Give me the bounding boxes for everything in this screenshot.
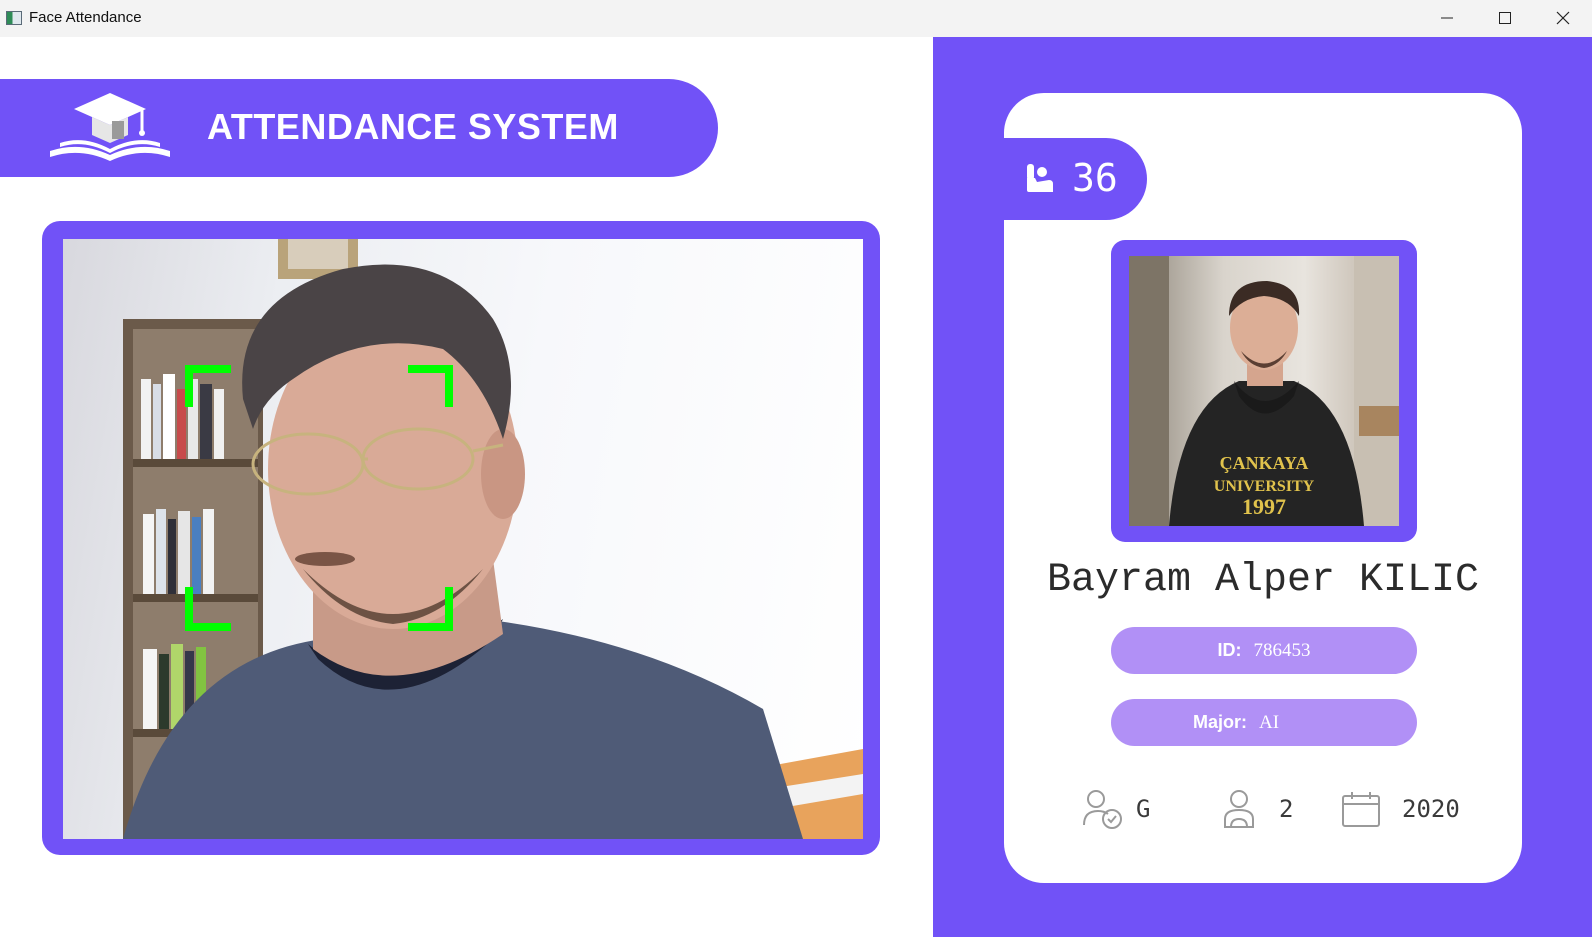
- year-stat: 2: [1223, 787, 1293, 831]
- student-major-value: AI: [1258, 711, 1280, 733]
- webcam-feed: [63, 239, 863, 839]
- standing-stat: G: [1082, 787, 1150, 831]
- student-major-pill: Major: AI: [1111, 699, 1417, 746]
- graduation-cap-book-icon: [50, 93, 170, 161]
- window-title: Face Attendance: [29, 9, 142, 26]
- webcam-frame: [42, 221, 880, 855]
- app-icon: [6, 11, 22, 25]
- student-id-label: ID:: [1217, 640, 1242, 660]
- minimize-icon: [1441, 17, 1453, 19]
- year-value: 2: [1279, 795, 1294, 823]
- header-banner: ATTENDANCE SYSTEM: [0, 79, 718, 177]
- attendance-count-badge: 36: [1004, 138, 1147, 220]
- student-photo: ÇANKAYA UNIVERSITY 1997: [1129, 256, 1399, 526]
- total-attendance-value: 36: [1072, 156, 1118, 200]
- svg-text:1997: 1997: [1242, 494, 1286, 519]
- student-portrait: ÇANKAYA UNIVERSITY 1997: [1129, 256, 1399, 526]
- student-major-label: Major:: [1192, 712, 1247, 732]
- webcam-image: [123, 239, 863, 839]
- starting-year-stat: 2020: [1342, 787, 1460, 831]
- app-title: ATTENDANCE SYSTEM: [207, 106, 619, 147]
- student-info-panel: 36 ÇANKAYA UNIVERSITY 1997 Bayram Alper …: [933, 37, 1592, 937]
- student-id-pill: ID: 786453: [1111, 627, 1417, 674]
- svg-text:UNIVERSITY: UNIVERSITY: [1214, 478, 1315, 495]
- close-icon: [1556, 11, 1570, 25]
- user-icon: [1224, 790, 1254, 828]
- window-titlebar: Face Attendance: [0, 0, 1592, 37]
- maximize-button[interactable]: [1476, 0, 1534, 36]
- maximize-icon: [1499, 12, 1511, 24]
- hand-raise-icon: [1027, 164, 1053, 192]
- student-id-value: 786453: [1253, 639, 1311, 661]
- student-card: 36 ÇANKAYA UNIVERSITY 1997 Bayram Alper …: [1004, 93, 1522, 883]
- close-button[interactable]: [1534, 0, 1592, 36]
- minimize-button[interactable]: [1418, 0, 1476, 36]
- user-check-icon: [1083, 790, 1122, 829]
- student-name: Bayram Alper KILIC: [1046, 558, 1480, 603]
- standing-value: G: [1136, 795, 1151, 823]
- calendar-icon: [1342, 792, 1380, 827]
- svg-text:ÇANKAYA: ÇANKAYA: [1220, 453, 1309, 473]
- student-photo-frame: ÇANKAYA UNIVERSITY 1997: [1111, 240, 1417, 542]
- starting-year-value: 2020: [1402, 795, 1460, 823]
